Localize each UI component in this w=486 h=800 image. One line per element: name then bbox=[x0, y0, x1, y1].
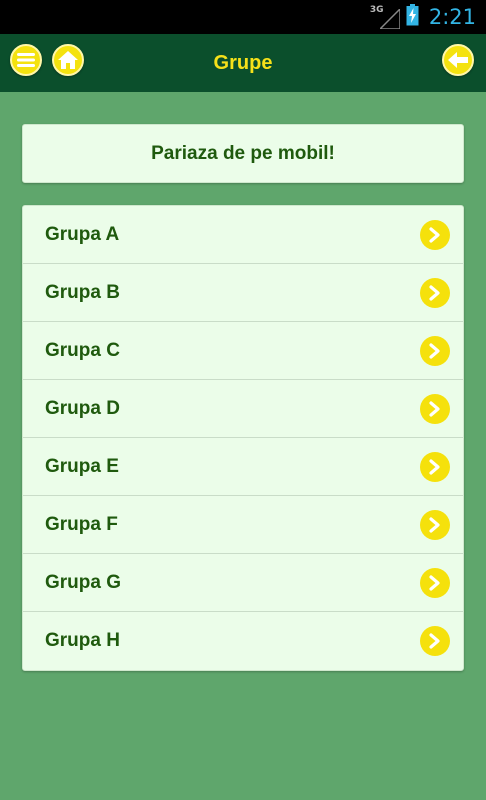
chevron-right-icon bbox=[420, 626, 450, 656]
chevron-right-icon bbox=[420, 568, 450, 598]
chevron-right-icon bbox=[420, 278, 450, 308]
list-item-label: Grupa D bbox=[45, 397, 120, 419]
list-item-label: Grupa B bbox=[45, 281, 120, 303]
list-item-label: Grupa A bbox=[45, 223, 120, 245]
chevron-right-icon bbox=[420, 510, 450, 540]
list-item-grupa-a[interactable]: Grupa A bbox=[23, 206, 463, 264]
app-bar: Grupe bbox=[0, 34, 486, 92]
list-item-grupa-f[interactable]: Grupa F bbox=[23, 496, 463, 554]
home-icon bbox=[58, 51, 78, 69]
home-button[interactable] bbox=[52, 44, 84, 76]
list-item-grupa-b[interactable]: Grupa B bbox=[23, 264, 463, 322]
chevron-right-icon bbox=[420, 452, 450, 482]
menu-icon bbox=[17, 53, 35, 67]
back-arrow-icon bbox=[448, 52, 468, 68]
menu-button[interactable] bbox=[10, 44, 42, 76]
list-item-label: Grupa G bbox=[45, 571, 122, 593]
chevron-right-icon bbox=[420, 336, 450, 366]
list-item-grupa-g[interactable]: Grupa G bbox=[23, 554, 463, 612]
network-indicator: 3G bbox=[370, 5, 400, 29]
list-item-label: Grupa C bbox=[45, 339, 120, 361]
status-bar: 3G 2:21 bbox=[0, 0, 486, 34]
chevron-right-icon bbox=[420, 220, 450, 250]
group-list: Grupa A Grupa B Grupa C Grupa D Grupa E … bbox=[22, 205, 464, 671]
list-item-grupa-h[interactable]: Grupa H bbox=[23, 612, 463, 670]
battery-charging-icon bbox=[406, 3, 419, 31]
list-item-grupa-d[interactable]: Grupa D bbox=[23, 380, 463, 438]
list-item-label: Grupa F bbox=[45, 513, 118, 535]
list-item-label: Grupa H bbox=[45, 630, 120, 651]
promo-banner[interactable]: Pariaza de pe mobil! bbox=[22, 124, 464, 183]
list-item-grupa-e[interactable]: Grupa E bbox=[23, 438, 463, 496]
signal-icon bbox=[379, 9, 400, 29]
list-item-grupa-c[interactable]: Grupa C bbox=[23, 322, 463, 380]
chevron-right-icon bbox=[420, 394, 450, 424]
list-item-label: Grupa E bbox=[45, 455, 119, 477]
back-button[interactable] bbox=[442, 44, 474, 76]
status-time: 2:21 bbox=[428, 5, 476, 29]
